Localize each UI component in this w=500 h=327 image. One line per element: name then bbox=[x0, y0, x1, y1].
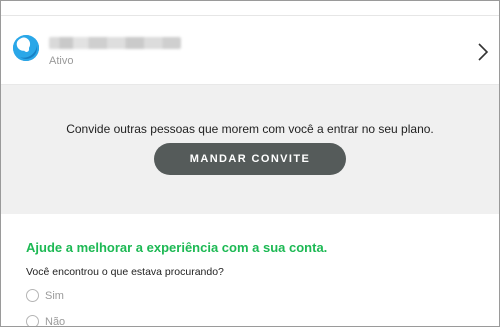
avatar-icon bbox=[13, 35, 39, 61]
send-invite-button[interactable]: MANDAR CONVITE bbox=[154, 143, 346, 175]
option-yes-label: Sim bbox=[45, 289, 64, 302]
option-no-label: Não bbox=[45, 315, 66, 327]
invite-section: Convide outras pessoas que morem com voc… bbox=[1, 84, 499, 215]
feedback-section: Ajude a melhorar a experiência com a sua… bbox=[1, 214, 499, 327]
member-status: Ativo bbox=[49, 55, 74, 67]
top-divider bbox=[1, 1, 499, 16]
feedback-title: Ajude a melhorar a experiência com a sua… bbox=[26, 240, 328, 255]
member-row[interactable]: Ativo bbox=[1, 16, 499, 84]
feedback-question: Você encontrou o que estava procurando? bbox=[26, 266, 224, 278]
chevron-right-icon[interactable] bbox=[477, 42, 489, 62]
account-panel: Ativo Convide outras pessoas que morem c… bbox=[0, 0, 500, 327]
option-no[interactable]: Não bbox=[26, 315, 66, 327]
radio-yes[interactable] bbox=[26, 289, 39, 302]
option-yes[interactable]: Sim bbox=[26, 289, 64, 302]
radio-no[interactable] bbox=[26, 315, 39, 326]
member-name-redacted bbox=[49, 37, 181, 49]
invite-text: Convide outras pessoas que morem com voc… bbox=[66, 122, 434, 136]
